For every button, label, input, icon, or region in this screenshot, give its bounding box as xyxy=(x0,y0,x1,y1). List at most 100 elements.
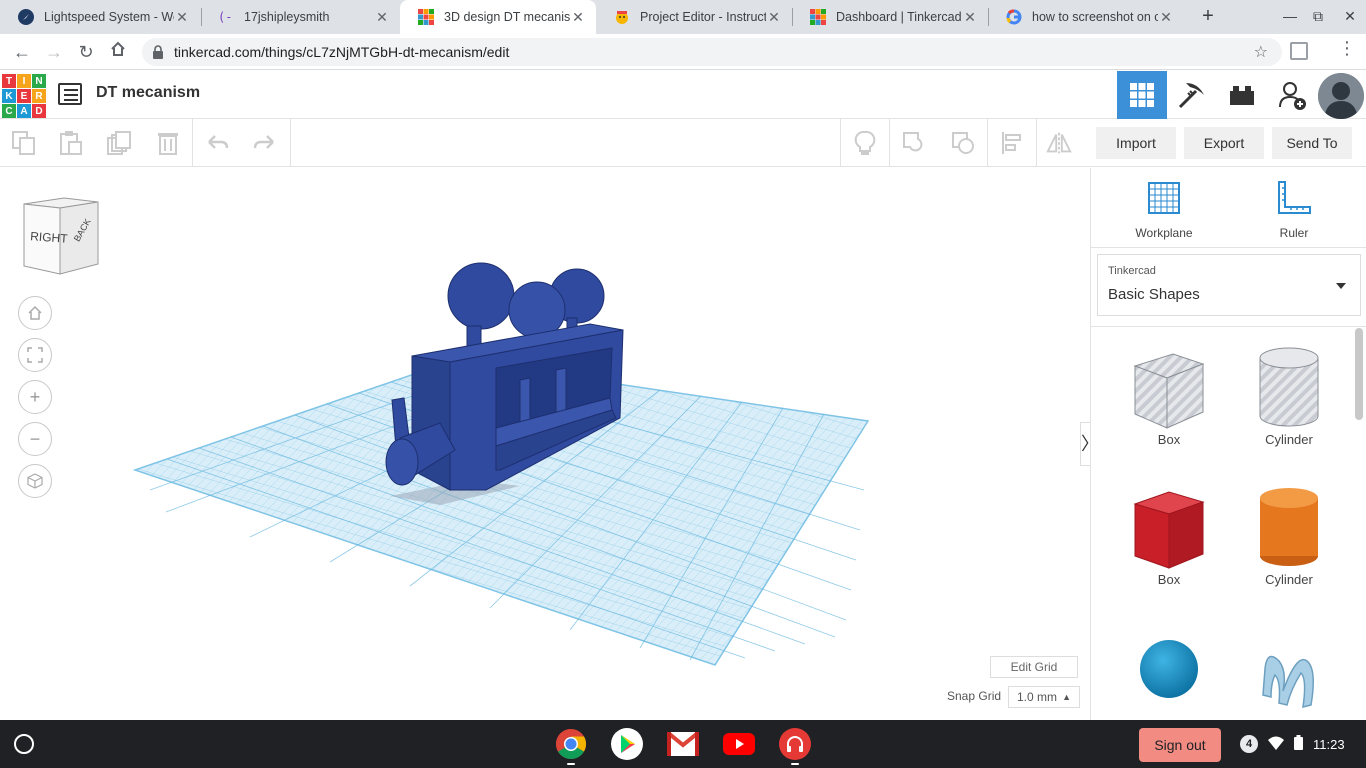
snap-grid-value: 1.0 mm xyxy=(1017,690,1058,704)
panel-scrollbar[interactable] xyxy=(1355,328,1363,420)
shape-scribble[interactable] xyxy=(1234,632,1344,722)
zoom-in-button[interactable]: + xyxy=(18,380,52,414)
paste-icon[interactable] xyxy=(57,129,85,157)
sign-out-button[interactable]: Sign out xyxy=(1139,728,1221,762)
close-tab-icon[interactable]: ✕ xyxy=(1158,9,1174,26)
status-tray[interactable]: 4 11:23 xyxy=(1240,730,1345,758)
close-tab-icon[interactable]: ✕ xyxy=(570,9,586,26)
bookmark-star-icon[interactable]: ☆ xyxy=(1254,42,1268,62)
shape-library-dropdown[interactable]: Tinkercad Basic Shapes xyxy=(1097,254,1361,316)
tab-repl[interactable]: (-) 17jshipleysmith ✕ xyxy=(200,0,400,34)
extension-icon[interactable] xyxy=(1290,42,1308,60)
blocks-view-button[interactable] xyxy=(1167,71,1217,119)
close-tab-icon[interactable]: ✕ xyxy=(962,9,978,26)
new-tab-icon[interactable]: + xyxy=(1196,4,1220,28)
shape-cylinder[interactable]: Cylinder xyxy=(1234,482,1344,587)
workplane-canvas[interactable] xyxy=(0,168,1090,720)
logo-letter: C xyxy=(2,104,16,118)
play-store-icon[interactable] xyxy=(611,728,643,760)
cube-outline-icon xyxy=(27,473,43,489)
shape-label: Box xyxy=(1157,432,1181,447)
address-bar[interactable]: tinkercad.com/things/cL7zNjMTGbH-dt-meca… xyxy=(142,38,1282,66)
design-list-icon[interactable] xyxy=(58,83,82,105)
shape-cylinder-hole[interactable]: Cylinder xyxy=(1234,342,1344,447)
chrome-menu-icon[interactable]: ⋮ xyxy=(1338,38,1356,59)
shape-box[interactable]: Box xyxy=(1114,482,1224,587)
youtube-icon[interactable] xyxy=(723,728,755,760)
svg-text:(-): (-) xyxy=(218,10,234,24)
ungroup-icon[interactable] xyxy=(949,129,977,157)
home-view-button[interactable] xyxy=(18,296,52,330)
snap-grid-select[interactable]: 1.0 mm ▲ xyxy=(1008,686,1080,708)
duplicate-icon[interactable] xyxy=(105,129,133,157)
wifi-icon xyxy=(1268,736,1284,753)
shape-box-hole[interactable]: Box xyxy=(1114,342,1224,447)
zoom-out-button[interactable]: − xyxy=(18,422,52,456)
view-cube[interactable]: RIGHT BACK xyxy=(20,196,104,283)
tab-title: Lightspeed System - Web xyxy=(44,10,174,24)
shape-label: Box xyxy=(1157,572,1181,587)
send-to-button[interactable]: Send To xyxy=(1272,127,1352,159)
lightbulb-icon[interactable] xyxy=(851,129,879,157)
panel-divider xyxy=(1091,326,1366,327)
3d-workspace[interactable]: RIGHT BACK + − Edit Grid Snap Grid 1.0 m… xyxy=(0,168,1090,720)
tab-instructables[interactable]: Project Editor - Instructables ✕ xyxy=(596,0,792,34)
export-button[interactable]: Export xyxy=(1184,127,1264,159)
edit-grid-button[interactable]: Edit Grid xyxy=(990,656,1078,678)
toolbar-divider xyxy=(889,119,890,167)
minimize-icon[interactable]: — xyxy=(1280,6,1300,26)
group-icon[interactable] xyxy=(900,129,928,157)
ruler-icon xyxy=(1278,181,1311,214)
launcher-icon[interactable] xyxy=(14,734,34,754)
restore-icon[interactable]: ⧉ xyxy=(1308,6,1328,26)
tab-tinkercad-design[interactable]: 3D design DT mecanism ✕ xyxy=(400,0,596,34)
undo-icon[interactable] xyxy=(204,129,232,157)
close-window-icon[interactable]: ✕ xyxy=(1340,6,1360,26)
toolbar-divider xyxy=(192,119,193,167)
logo-letter: K xyxy=(2,89,16,103)
logo-letter: R xyxy=(32,89,46,103)
fit-view-button[interactable] xyxy=(18,338,52,372)
mirror-icon[interactable] xyxy=(1045,129,1073,157)
tab-google-search[interactable]: how to screenshot on chromebook ✕ xyxy=(988,0,1184,34)
headphones-app-icon[interactable] xyxy=(779,728,811,760)
shape-sphere[interactable] xyxy=(1114,632,1224,706)
3d-view-button[interactable] xyxy=(1117,71,1167,119)
back-arrow-icon[interactable]: ← xyxy=(10,40,34,64)
design-title[interactable]: DT mecanism xyxy=(96,84,200,102)
ruler-label: Ruler xyxy=(1279,226,1309,240)
tinkercad-logo[interactable]: T I N K E R C A D xyxy=(2,74,46,118)
snap-grid-label: Snap Grid xyxy=(947,689,1002,703)
ruler-tool[interactable]: Ruler xyxy=(1254,178,1334,240)
tab-title: 17jshipleysmith xyxy=(244,10,330,24)
delete-icon[interactable] xyxy=(154,129,182,157)
ortho-view-button[interactable] xyxy=(18,464,52,498)
reload-icon[interactable]: ↻ xyxy=(74,40,98,64)
repl-icon: (-) xyxy=(218,9,234,25)
copy-icon[interactable] xyxy=(10,129,38,157)
close-tab-icon[interactable]: ✕ xyxy=(766,9,782,26)
lock-icon xyxy=(152,45,164,64)
import-button[interactable]: Import xyxy=(1096,127,1176,159)
red-box-shape-icon xyxy=(1133,491,1205,569)
tinkercad-icon xyxy=(810,9,826,25)
tab-tinkercad-dashboard[interactable]: Dashboard | Tinkercad ✕ xyxy=(792,0,988,34)
workplane-tool[interactable]: Workplane xyxy=(1124,178,1204,240)
align-icon[interactable] xyxy=(998,129,1026,157)
url-text: tinkercad.com/things/cL7zNjMTGbH-dt-meca… xyxy=(174,44,510,60)
close-tab-icon[interactable]: ✕ xyxy=(174,9,190,26)
sphere-shape-icon xyxy=(1140,640,1198,698)
lightspeed-icon xyxy=(18,9,34,25)
avatar[interactable] xyxy=(1318,73,1364,119)
gmail-icon[interactable] xyxy=(667,728,699,760)
home-icon xyxy=(28,305,42,320)
chrome-app-icon[interactable] xyxy=(555,728,587,760)
home-icon[interactable] xyxy=(106,40,130,64)
bricks-view-button[interactable] xyxy=(1217,71,1267,119)
redo-icon[interactable] xyxy=(250,129,278,157)
cylinder-hole-shape-icon xyxy=(1259,347,1319,427)
forward-arrow-icon[interactable]: → xyxy=(42,40,66,64)
close-tab-icon[interactable]: ✕ xyxy=(374,9,390,26)
add-user-button[interactable] xyxy=(1267,71,1317,119)
tab-lightspeed[interactable]: Lightspeed System - Web ✕ xyxy=(0,0,200,34)
